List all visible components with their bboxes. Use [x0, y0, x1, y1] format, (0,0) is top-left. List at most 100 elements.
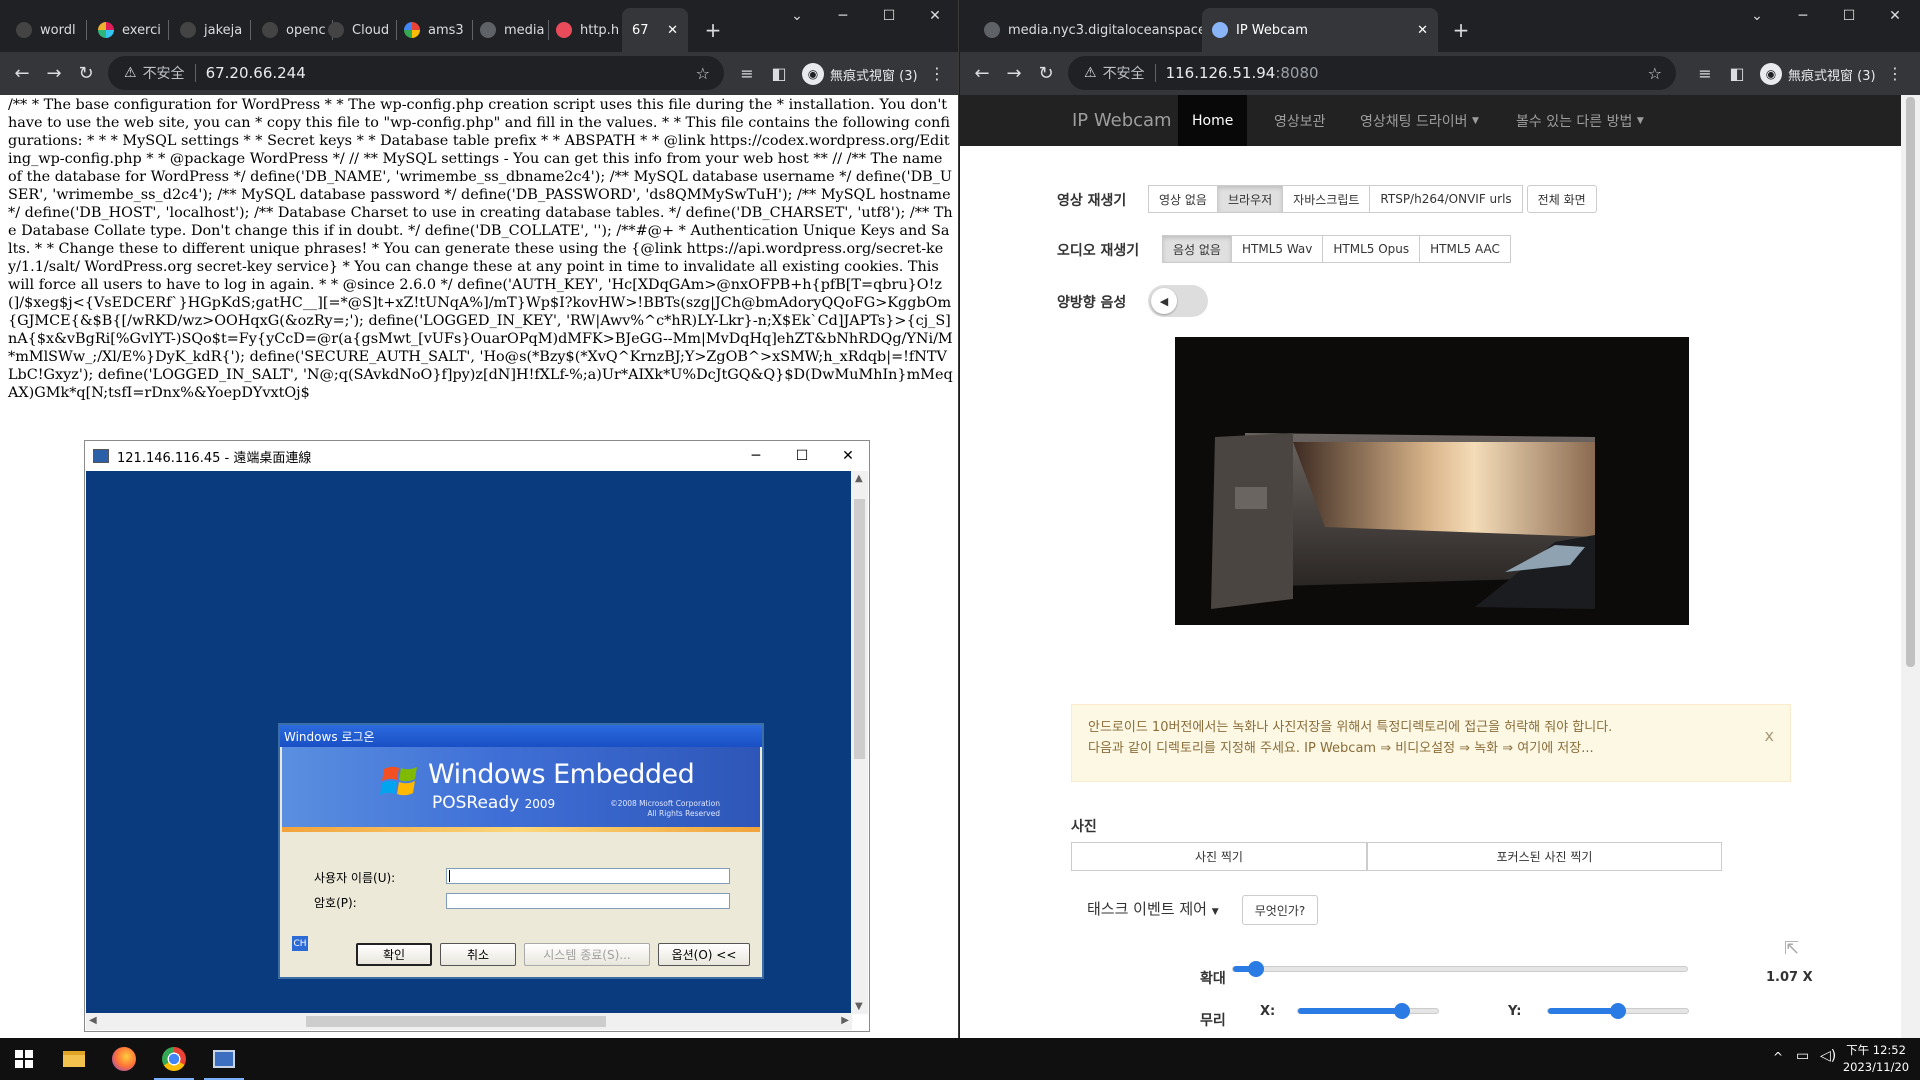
- tab-media-nyc3[interactable]: media.nyc3.digitaloceanspaces: [974, 8, 1202, 52]
- tab-close-icon[interactable]: ✕: [667, 23, 678, 38]
- webcam-video-feed[interactable]: [1175, 337, 1689, 625]
- tab-ip-webcam[interactable]: IP Webcam ✕: [1202, 8, 1438, 52]
- right-toolbar: ← → ↻ ⚠ 不安全 116.126.51.94:8080 ☆ ≡ ◧ ◉ 無痕…: [960, 52, 1920, 95]
- tray-overflow-icon[interactable]: ^: [1773, 1050, 1783, 1064]
- network-icon[interactable]: ▭: [1796, 1048, 1809, 1064]
- tab-active-67[interactable]: 67 ✕: [622, 8, 688, 52]
- nav-video-archive[interactable]: 영상보관: [1260, 95, 1340, 146]
- incognito-badge[interactable]: ◉ 無痕式視窗 (3): [792, 59, 928, 89]
- rdp-horizontal-scrollbar[interactable]: ◀ ▶: [86, 1013, 852, 1030]
- video-javascript-button[interactable]: 자바스크립트: [1282, 185, 1371, 213]
- shutdown-button[interactable]: 시스템 종료(S)...: [524, 943, 650, 966]
- video-none-button[interactable]: 영상 없음: [1148, 185, 1218, 213]
- photo-section-title: 사진: [1071, 819, 1097, 835]
- cancel-button[interactable]: 취소: [440, 943, 516, 966]
- chevron-down-icon[interactable]: ⌄: [1734, 0, 1780, 32]
- nav-other-ways[interactable]: 볼수 있는 다른 방법 ▼: [1502, 95, 1658, 146]
- task-event-dropdown[interactable]: 태스크 이벤트 제어 ▼: [1087, 898, 1219, 919]
- page-scrollbar[interactable]: [1901, 95, 1920, 1038]
- rdp-maximize-button[interactable]: ☐: [779, 441, 825, 471]
- audio-wav-button[interactable]: HTML5 Wav: [1230, 235, 1324, 263]
- zoom-slider-handle[interactable]: [1247, 961, 1264, 977]
- reading-list-icon[interactable]: ≡: [734, 60, 760, 86]
- two-way-audio-toggle[interactable]: ◀: [1148, 285, 1208, 317]
- reload-icon[interactable]: ↻: [70, 58, 102, 90]
- tab-cloud[interactable]: Cloud: [318, 8, 396, 52]
- close-window-button[interactable]: ✕: [912, 0, 958, 32]
- tab-exerci[interactable]: exerci: [88, 8, 166, 52]
- tab-media[interactable]: media: [470, 8, 548, 52]
- scroll-thumb[interactable]: [306, 1016, 606, 1027]
- username-field[interactable]: [446, 868, 730, 884]
- nav-home[interactable]: Home: [1178, 95, 1248, 146]
- audio-none-button[interactable]: 음성 없음: [1162, 235, 1232, 263]
- star-icon[interactable]: ☆: [696, 64, 710, 83]
- tab-wordl[interactable]: wordl: [6, 8, 84, 52]
- chrome-button[interactable]: [150, 1038, 198, 1080]
- forward-arrow-icon[interactable]: →: [38, 58, 70, 90]
- tab-jakeja[interactable]: jakeja: [170, 8, 248, 52]
- scroll-down-icon[interactable]: ▼: [855, 1001, 863, 1012]
- audio-opus-button[interactable]: HTML5 Opus: [1322, 235, 1421, 263]
- address-bar[interactable]: ⚠ 不安全 67.20.66.244 ☆: [108, 56, 724, 90]
- rdp-title-bar: 121.146.116.45 - 遠端桌面連線 ─ ☐ ✕: [85, 441, 869, 471]
- video-browser-button[interactable]: 브라우저: [1216, 185, 1284, 213]
- tab-http[interactable]: http.h: [546, 8, 624, 52]
- new-tab-button[interactable]: +: [1444, 8, 1478, 52]
- incognito-badge[interactable]: ◉ 無痕式視窗 (3): [1750, 59, 1886, 89]
- volume-icon[interactable]: ◁): [1820, 1048, 1836, 1064]
- reload-icon[interactable]: ↻: [1030, 58, 1062, 90]
- maximize-button[interactable]: ☐: [866, 0, 912, 32]
- rdp-close-button[interactable]: ✕: [825, 441, 871, 471]
- nav-video-chat-driver[interactable]: 영상채팅 드라이버 ▼: [1346, 95, 1493, 146]
- scroll-right-icon[interactable]: ▶: [841, 1015, 849, 1026]
- new-tab-button[interactable]: +: [696, 8, 730, 52]
- fullscreen-button[interactable]: 전체 화면: [1526, 185, 1597, 213]
- star-icon[interactable]: ☆: [1648, 64, 1662, 83]
- forward-arrow-icon[interactable]: →: [998, 58, 1030, 90]
- rdp-vertical-scrollbar[interactable]: ▲ ▼: [851, 471, 868, 1014]
- options-button[interactable]: 옵션(O) <<: [658, 943, 750, 966]
- crop-x-slider-handle[interactable]: [1393, 1003, 1410, 1019]
- minimize-button[interactable]: ─: [820, 0, 866, 32]
- menu-dots-icon[interactable]: ⋮: [1882, 60, 1908, 86]
- reading-list-icon[interactable]: ≡: [1692, 60, 1718, 86]
- crop-x-slider[interactable]: [1297, 1003, 1439, 1019]
- what-is-it-button[interactable]: 무엇인가?: [1242, 895, 1318, 925]
- scroll-thumb[interactable]: [854, 499, 865, 759]
- minimize-button[interactable]: ─: [1780, 0, 1826, 32]
- scroll-up-icon[interactable]: ▲: [855, 473, 863, 484]
- video-rtsp-button[interactable]: RTSP/h264/ONVIF urls: [1369, 185, 1523, 213]
- alert-close-button[interactable]: x: [1765, 725, 1774, 746]
- crop-y-slider-handle[interactable]: [1610, 1003, 1626, 1019]
- start-button[interactable]: [0, 1038, 48, 1080]
- take-focused-photo-button[interactable]: 포커스된 사진 찍기: [1367, 842, 1722, 871]
- maximize-button[interactable]: ☐: [1826, 0, 1872, 32]
- side-panel-icon[interactable]: ◧: [1724, 60, 1750, 86]
- menu-dots-icon[interactable]: ⋮: [924, 60, 950, 86]
- password-field[interactable]: [446, 893, 730, 909]
- back-arrow-icon[interactable]: ←: [6, 58, 38, 90]
- file-explorer-button[interactable]: [50, 1038, 98, 1080]
- language-indicator[interactable]: CH: [292, 936, 308, 951]
- rdp-minimize-button[interactable]: ─: [733, 441, 779, 471]
- chevron-down-icon[interactable]: ⌄: [774, 0, 820, 32]
- ok-button[interactable]: 확인: [356, 943, 432, 966]
- external-link-icon[interactable]: ⇱: [1784, 938, 1799, 959]
- audio-aac-button[interactable]: HTML5 AAC: [1419, 235, 1511, 263]
- ipwebcam-brand[interactable]: IP Webcam: [1072, 95, 1172, 146]
- remote-desktop-button[interactable]: [200, 1038, 248, 1080]
- address-bar[interactable]: ⚠ 不安全 116.126.51.94:8080 ☆: [1068, 56, 1676, 90]
- crop-y-slider[interactable]: [1547, 1003, 1689, 1019]
- tab-close-icon[interactable]: ✕: [1417, 23, 1428, 38]
- system-clock[interactable]: 下午 12:52 2023/11/20: [1838, 1042, 1914, 1076]
- tab-ams3[interactable]: ams3: [394, 8, 472, 52]
- firefox-button[interactable]: [100, 1038, 148, 1080]
- close-window-button[interactable]: ✕: [1872, 0, 1918, 32]
- side-panel-icon[interactable]: ◧: [766, 60, 792, 86]
- back-arrow-icon[interactable]: ←: [966, 58, 998, 90]
- take-photo-button[interactable]: 사진 찍기: [1071, 842, 1367, 871]
- scroll-thumb[interactable]: [1906, 97, 1915, 667]
- scroll-left-icon[interactable]: ◀: [89, 1015, 97, 1026]
- zoom-slider[interactable]: [1232, 961, 1688, 977]
